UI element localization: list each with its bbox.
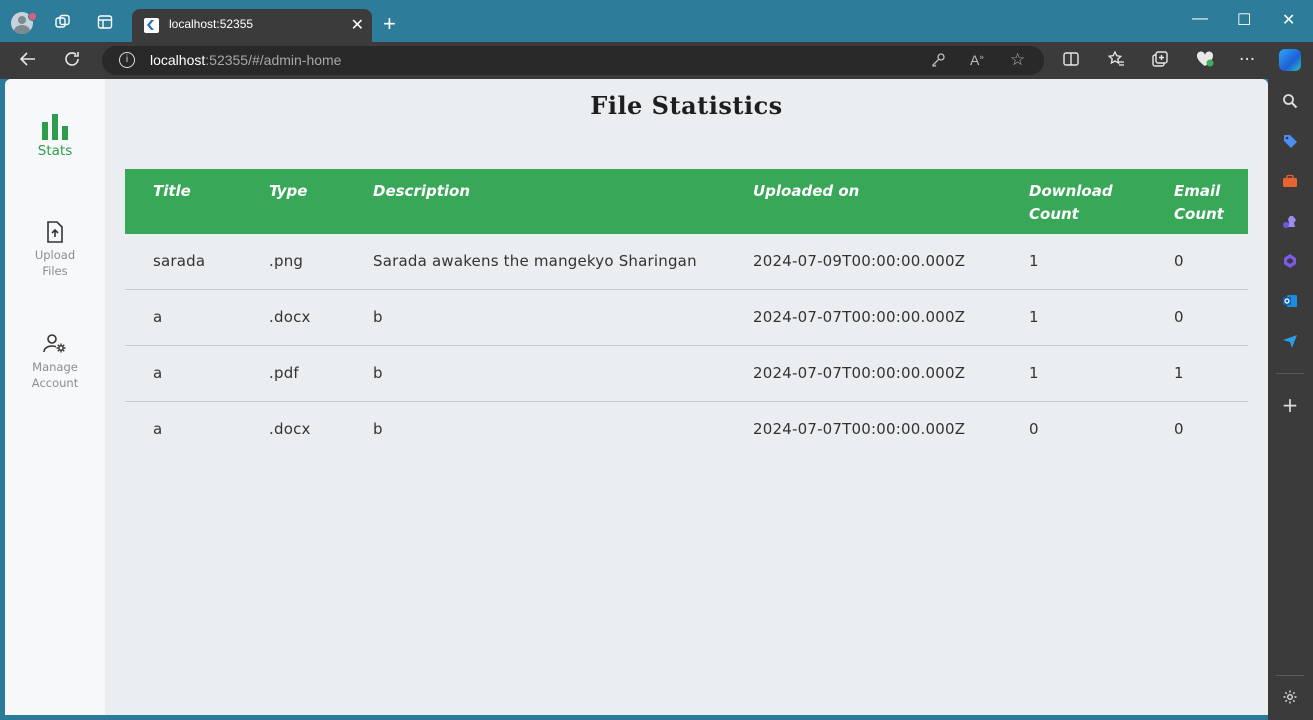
bar-chart-icon bbox=[5, 113, 105, 143]
key-icon[interactable] bbox=[930, 52, 946, 72]
cell-description: b bbox=[373, 420, 383, 438]
games-chess-icon[interactable] bbox=[1280, 211, 1300, 231]
nav-item-stats[interactable]: Stats bbox=[5, 113, 105, 159]
cell-title: a bbox=[153, 308, 163, 326]
shopping-tag-icon[interactable] bbox=[1280, 131, 1300, 151]
back-icon[interactable] bbox=[19, 50, 37, 73]
cell-type: .docx bbox=[269, 420, 311, 438]
profile-notification-dot bbox=[28, 12, 37, 21]
table-header: Title Type Description Uploaded on Downl… bbox=[125, 169, 1248, 234]
tab-actions-icon[interactable] bbox=[95, 12, 115, 32]
new-tab-button[interactable]: + bbox=[383, 11, 396, 37]
cell-title: a bbox=[153, 420, 163, 438]
favorite-star-icon[interactable]: ☆ bbox=[1010, 50, 1025, 70]
cell-download-count: 0 bbox=[1029, 420, 1039, 438]
cell-email-count: 0 bbox=[1174, 252, 1184, 270]
page-title: File Statistics bbox=[590, 91, 783, 120]
cell-description: Sarada awakens the mangekyo Sharingan bbox=[373, 252, 697, 270]
cell-email-count: 1 bbox=[1174, 364, 1184, 382]
tab-title: localhost:52355 bbox=[169, 17, 254, 31]
workspaces-icon[interactable] bbox=[53, 12, 73, 32]
column-header-download-count: Download Count bbox=[1029, 182, 1113, 223]
cell-type: .docx bbox=[269, 308, 311, 326]
favorites-icon[interactable] bbox=[1107, 50, 1125, 73]
manage-account-icon bbox=[5, 333, 105, 359]
refresh-icon[interactable] bbox=[63, 50, 81, 73]
cell-uploaded-on: 2024-07-07T00:00:00.000Z bbox=[753, 420, 966, 438]
table-row: a .docx b 2024-07-07T00:00:00.000Z 0 0 bbox=[125, 402, 1248, 458]
file-statistics-table: Title Type Description Uploaded on Downl… bbox=[125, 169, 1248, 458]
url-text: localhost:52355/#/admin-home bbox=[150, 52, 341, 68]
add-icon[interactable]: + bbox=[1280, 393, 1300, 417]
browser-toolbar: i localhost:52355/#/admin-home A» ☆ ··· bbox=[0, 42, 1313, 79]
minimize-icon[interactable]: — bbox=[1192, 10, 1208, 28]
table-row: sarada .png Sarada awakens the mangekyo … bbox=[125, 234, 1248, 290]
outlook-icon[interactable] bbox=[1280, 291, 1300, 311]
microsoft-365-icon[interactable] bbox=[1280, 251, 1300, 271]
search-icon[interactable] bbox=[1280, 91, 1300, 111]
nav-label-upload-files: Upload Files bbox=[34, 248, 76, 278]
main-content: File Statistics Title Type Description U… bbox=[105, 79, 1268, 715]
cell-download-count: 1 bbox=[1029, 308, 1039, 326]
url-host: localhost bbox=[150, 52, 206, 68]
cell-uploaded-on: 2024-07-07T00:00:00.000Z bbox=[753, 308, 966, 326]
maximize-icon[interactable]: ☐ bbox=[1237, 10, 1251, 30]
sidebar-divider bbox=[1276, 373, 1304, 374]
table-row: a .pdf b 2024-07-07T00:00:00.000Z 1 1 bbox=[125, 346, 1248, 402]
column-header-description: Description bbox=[373, 182, 471, 200]
nav-label-manage-account: Manage Account bbox=[31, 360, 79, 390]
column-header-uploaded-on: Uploaded on bbox=[753, 182, 860, 200]
column-header-type: Type bbox=[269, 182, 308, 200]
cell-email-count: 0 bbox=[1174, 420, 1184, 438]
send-icon[interactable] bbox=[1280, 331, 1300, 351]
address-bar[interactable]: i localhost:52355/#/admin-home A» ☆ bbox=[102, 46, 1044, 75]
column-header-email-count: Email Count bbox=[1174, 182, 1224, 223]
page-viewport: Stats Upload Files Manage Account File S… bbox=[5, 79, 1268, 715]
cell-download-count: 1 bbox=[1029, 364, 1039, 382]
edge-sidebar: + bbox=[1268, 79, 1313, 720]
column-header-title: Title bbox=[153, 182, 191, 200]
collections-icon[interactable] bbox=[1151, 50, 1169, 73]
sidebar-settings-gear-icon[interactable] bbox=[1280, 687, 1300, 707]
nav-label-stats: Stats bbox=[37, 143, 73, 159]
cell-description: b bbox=[373, 364, 383, 382]
browser-tab[interactable]: localhost:52355 ✕ bbox=[132, 9, 372, 42]
copilot-icon[interactable] bbox=[1279, 49, 1301, 71]
table-row: a .docx b 2024-07-07T00:00:00.000Z 1 0 bbox=[125, 290, 1248, 346]
read-aloud-icon[interactable]: A» bbox=[970, 52, 984, 68]
url-path: :52355/#/admin-home bbox=[205, 52, 342, 68]
site-info-icon[interactable]: i bbox=[119, 52, 135, 68]
upload-file-icon bbox=[5, 221, 105, 247]
nav-item-manage-account[interactable]: Manage Account bbox=[5, 333, 105, 391]
split-screen-icon[interactable] bbox=[1062, 50, 1080, 73]
sidebar-divider bbox=[1276, 675, 1304, 676]
cell-uploaded-on: 2024-07-09T00:00:00.000Z bbox=[753, 252, 966, 270]
cell-uploaded-on: 2024-07-07T00:00:00.000Z bbox=[753, 364, 966, 382]
nav-item-upload-files[interactable]: Upload Files bbox=[5, 221, 105, 279]
cell-type: .pdf bbox=[269, 364, 299, 382]
cell-download-count: 1 bbox=[1029, 252, 1039, 270]
browser-essentials-icon[interactable] bbox=[1195, 50, 1215, 73]
settings-more-icon[interactable]: ··· bbox=[1239, 50, 1255, 70]
tab-close-icon[interactable]: ✕ bbox=[351, 15, 364, 34]
navigation-rail: Stats Upload Files Manage Account bbox=[5, 79, 105, 715]
cell-type: .png bbox=[269, 252, 304, 270]
cell-title: sarada bbox=[153, 252, 206, 270]
browser-title-bar: localhost:52355 ✕ + — ☐ ✕ bbox=[0, 0, 1313, 42]
close-window-icon[interactable]: ✕ bbox=[1282, 10, 1295, 30]
cell-description: b bbox=[373, 308, 383, 326]
flutter-favicon-icon bbox=[144, 18, 159, 33]
tools-briefcase-icon[interactable] bbox=[1280, 171, 1300, 191]
cell-title: a bbox=[153, 364, 163, 382]
cell-email-count: 0 bbox=[1174, 308, 1184, 326]
